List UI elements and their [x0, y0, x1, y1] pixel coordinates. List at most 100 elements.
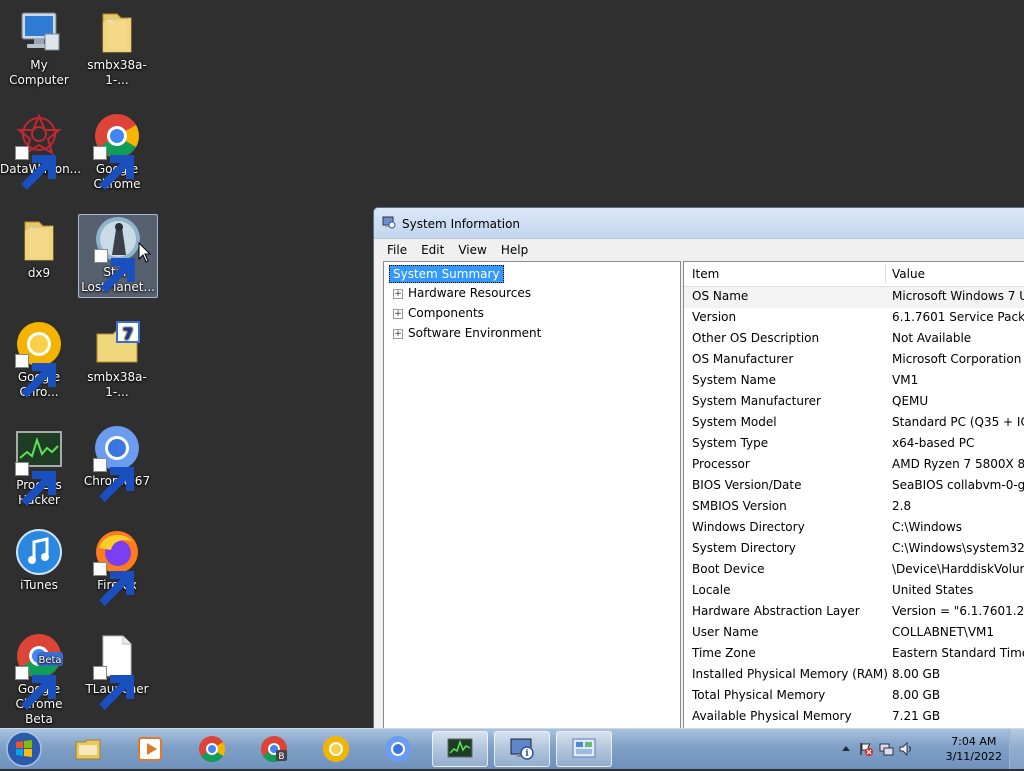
menu-view[interactable]: View — [451, 243, 493, 257]
taskbar-chromium-button[interactable] — [370, 731, 426, 767]
row-value: 8.00 GB — [892, 667, 941, 681]
row-item: Installed Physical Memory (RAM) — [692, 667, 888, 681]
tree-item-software-environment[interactable]: + Software Environment — [393, 326, 541, 340]
show-hidden-icons-icon[interactable] — [838, 741, 854, 757]
table-row[interactable]: Available Physical Memory 7.21 GB — [684, 707, 1024, 728]
taskbar-chrome-button[interactable] — [184, 731, 240, 767]
mouse-cursor-icon — [138, 242, 152, 263]
table-row[interactable]: System Manufacturer QEMU — [684, 392, 1024, 413]
svg-text:B: B — [278, 752, 284, 762]
taskbar-process-hacker-button[interactable] — [432, 731, 488, 767]
table-row[interactable]: Locale United States — [684, 581, 1024, 602]
action-center-icon[interactable] — [858, 741, 874, 757]
shortcut-arrow-icon — [15, 462, 56, 506]
column-header-value[interactable]: Value — [892, 267, 925, 281]
taskbar-explorer-button[interactable] — [60, 731, 116, 767]
table-row[interactable]: Time Zone Eastern Standard Time — [684, 644, 1024, 665]
datawagon-icon — [15, 112, 63, 190]
desktop-icon-chrome-67[interactable]: Chrome 67 — [78, 424, 156, 502]
start-button[interactable] — [4, 730, 44, 768]
row-item: Time Zone — [692, 646, 756, 660]
table-row[interactable]: System Name VM1 — [684, 371, 1024, 392]
desktop-icon-itunes[interactable]: iTunes — [0, 528, 78, 593]
row-item: Windows Directory — [692, 520, 805, 534]
desktop-icon-label: iTunes — [20, 578, 58, 592]
row-value: SeaBIOS collabvm-0-g2 — [892, 478, 1024, 492]
expand-icon[interactable]: + — [393, 328, 403, 339]
table-row[interactable]: Installed Physical Memory (RAM) 8.00 GB — [684, 665, 1024, 686]
table-row[interactable]: SMBIOS Version 2.8 — [684, 497, 1024, 518]
desktop-icon-chrome-canary[interactable]: Google Chro... — [0, 320, 78, 400]
table-row[interactable]: System Type x64-based PC — [684, 434, 1024, 455]
column-divider[interactable] — [885, 264, 886, 284]
desktop-icon-my-computer[interactable]: My Computer — [0, 8, 78, 88]
desktop-icon-tlauncher[interactable]: TLauncher — [78, 632, 156, 710]
notification-area: 7:04 AM 3/11/2022 — [834, 729, 1024, 769]
desktop-icon-dx9[interactable]: dx9 — [0, 216, 78, 281]
system-information-window[interactable]: System Information File Edit View Help S… — [373, 207, 1024, 737]
window-titlebar[interactable]: System Information — [374, 208, 1024, 239]
taskbar-chrome-canary-button[interactable] — [308, 731, 364, 767]
table-row[interactable]: OS Name Microsoft Windows 7 U — [684, 287, 1024, 308]
menu-help[interactable]: Help — [494, 243, 535, 257]
table-row[interactable]: Total Physical Memory 8.00 GB — [684, 686, 1024, 707]
chrome-beta-icon: B — [261, 736, 287, 763]
clock[interactable]: 7:04 AM 3/11/2022 — [946, 734, 1002, 764]
chrome-icon — [199, 736, 226, 763]
tree-item-label: Software Environment — [408, 326, 542, 340]
menu-file[interactable]: File — [380, 243, 414, 257]
shortcut-arrow-icon — [93, 562, 134, 606]
column-header-item[interactable]: Item — [692, 267, 719, 281]
firefox-icon — [93, 528, 141, 606]
window-panes: System Summary + Hardware Resources + Comp… — [382, 261, 1024, 736]
table-row[interactable]: Hardware Abstraction Layer Version = "6.1… — [684, 602, 1024, 623]
category-tree: System Summary + Hardware Resources + Comp… — [383, 261, 681, 736]
desktop-icon-process-hacker[interactable]: Process Hacker — [0, 428, 78, 508]
expand-icon[interactable]: + — [393, 288, 403, 299]
row-value: United States — [892, 583, 974, 597]
menu-edit[interactable]: Edit — [414, 243, 451, 257]
table-row[interactable]: User Name COLLABNET\VM1 — [684, 623, 1024, 644]
computer-icon — [15, 8, 63, 56]
table-row[interactable]: Processor AMD Ryzen 7 5800X 8- — [684, 455, 1024, 476]
shortcut-arrow-icon — [94, 249, 135, 293]
desktop-icon-smbx-folder[interactable]: smbx38a-1-... — [78, 8, 156, 88]
table-row[interactable]: Other OS Description Not Available — [684, 329, 1024, 350]
desktop-icon-smbx-archive[interactable]: 7 smbx38a-1-... — [78, 320, 156, 400]
tree-item-hardware-resources[interactable]: + Hardware Resources — [393, 286, 531, 300]
taskbar-media-player-button[interactable] — [122, 731, 178, 767]
table-row[interactable]: Version 6.1.7601 Service Pack 1 — [684, 308, 1024, 329]
folder-icon — [15, 216, 63, 264]
chrome-canary-icon — [15, 320, 63, 398]
tree-item-components[interactable]: + Components — [393, 306, 484, 320]
tree-item-system-summary[interactable]: System Summary — [389, 265, 504, 283]
desktop-icon-firefox[interactable]: Firefox — [78, 528, 156, 606]
table-row[interactable]: System Model Standard PC (Q35 + ICI — [684, 413, 1024, 434]
desktop-icon-google-chrome[interactable]: Google Chrome — [78, 112, 156, 192]
shortcut-arrow-icon — [15, 354, 56, 398]
network-icon[interactable] — [878, 741, 894, 757]
show-desktop-button[interactable] — [1009, 729, 1024, 769]
taskbar-control-panel-button[interactable] — [556, 731, 612, 767]
shortcut-arrow-icon — [93, 458, 134, 502]
row-item: Version — [692, 310, 737, 324]
media-player-icon — [138, 737, 162, 761]
table-row[interactable]: System Directory C:\Windows\system32 — [684, 539, 1024, 560]
table-row[interactable]: Windows Directory C:\Windows — [684, 518, 1024, 539]
taskbar-chrome-beta-button[interactable]: B — [246, 731, 302, 767]
table-row[interactable]: Boot Device \Device\HarddiskVolum — [684, 560, 1024, 581]
row-value: 8.00 GB — [892, 688, 941, 702]
control-panel-icon — [572, 738, 596, 758]
svg-text:7: 7 — [122, 324, 133, 343]
desktop-icon-chrome-beta[interactable]: Beta Google Chrome Beta — [0, 632, 78, 727]
lostplanet-icon — [94, 215, 142, 293]
volume-icon[interactable] — [898, 741, 914, 757]
chromium-icon — [93, 424, 141, 502]
table-row[interactable]: OS Manufacturer Microsoft Corporation — [684, 350, 1024, 371]
tree-item-label: Components — [408, 306, 484, 320]
table-row[interactable]: BIOS Version/Date SeaBIOS collabvm-0-g2 — [684, 476, 1024, 497]
desktop-icon-label: smbx38a-1-... — [87, 370, 147, 399]
expand-icon[interactable]: + — [393, 308, 403, 319]
taskbar-system-info-button[interactable]: i — [494, 731, 550, 767]
desktop-icon-datawagon[interactable]: DataWagon... — [0, 112, 81, 190]
